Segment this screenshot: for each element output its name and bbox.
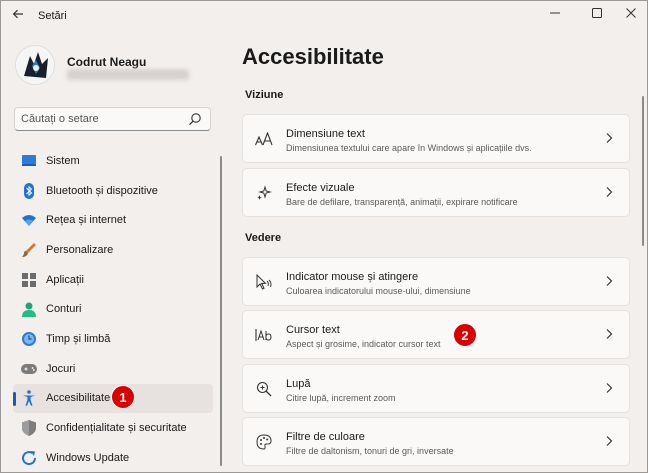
card-subtitle: Filtre de daltonism, tonuri de gri, inve… [286, 446, 454, 456]
sidebar-item-label: Confidențialitate și securitate [46, 422, 187, 435]
bluetooth-icon [21, 182, 37, 199]
card-subtitle: Dimensiunea textului care apare în Windo… [286, 143, 532, 153]
card-cursor-text[interactable]: Cursor text Aspect și grosime, indicator… [242, 310, 630, 359]
card-indicator-mouse[interactable]: Indicator mouse și atingere Culoarea ind… [242, 257, 630, 306]
sidebar-item-label: Rețea și internet [46, 214, 127, 227]
app-title: Setări [38, 10, 67, 22]
avatar [15, 45, 55, 85]
apps-icon [21, 272, 37, 288]
sidebar-item-label: Jocuri [46, 362, 76, 375]
sidebar-item-timp[interactable]: Timp și limbă [13, 324, 213, 354]
chevron-right-icon [605, 382, 615, 396]
chevron-right-icon [605, 186, 615, 200]
card-filtre-culoare[interactable]: Filtre de culoare Filtre de daltonism, t… [242, 417, 630, 466]
shield-icon [21, 420, 37, 437]
sidebar-item-label: Conturi [46, 303, 82, 316]
palette-icon [255, 433, 273, 451]
sidebar-item-sistem[interactable]: Sistem [13, 146, 213, 176]
search-icon[interactable] [188, 112, 202, 126]
card-subtitle: Aspect și grosime, indicator cursor text [286, 339, 441, 349]
magnifier-icon [255, 380, 273, 398]
card-title: Filtre de culoare [286, 431, 365, 443]
sidebar-item-label: Windows Update [46, 451, 130, 464]
sidebar-item-jocuri[interactable]: Jocuri [13, 354, 213, 384]
accessibility-icon [21, 390, 37, 407]
card-subtitle: Culoarea indicatorului mouse-ului, dimen… [286, 286, 471, 296]
card-title: Lupă [286, 378, 311, 390]
card-title: Cursor text [286, 324, 340, 336]
user-name: Codrut Neagu [67, 55, 147, 69]
card-title: Dimensiune text [286, 128, 365, 140]
brush-icon [21, 242, 37, 258]
sidebar-item-label: Bluetooth și dispozitive [46, 184, 158, 197]
sidebar-item-network[interactable]: Rețea și internet [13, 205, 213, 235]
chevron-right-icon [605, 435, 615, 449]
section-heading-viziune: Viziune [245, 89, 284, 101]
card-efecte-vizuale[interactable]: Efecte vizuale Bare de defilare, transpa… [242, 168, 630, 217]
card-dimensiune-text[interactable]: Dimensiune text Dimensiunea textului car… [242, 114, 630, 163]
sidebar-item-confidentialitate[interactable]: Confidențialitate și securitate [13, 413, 213, 443]
sidebar-item-label: Sistem [46, 154, 80, 167]
sidebar-item-label: Personalizare [46, 243, 114, 256]
minimize-button[interactable] [543, 5, 567, 23]
globe-clock-icon [21, 331, 37, 347]
sidebar-item-windows-update[interactable]: Windows Update [13, 443, 213, 473]
sidebar-item-aplicatii[interactable]: Aplicații [13, 265, 213, 295]
sidebar-scrollbar[interactable] [220, 156, 222, 466]
chevron-right-icon [605, 132, 615, 146]
page-title: Accesibilitate [242, 44, 384, 69]
text-size-icon [255, 130, 273, 148]
card-title: Efecte vizuale [286, 182, 355, 194]
sidebar-item-label: Aplicații [46, 273, 84, 286]
annotation-badge-1: 1 [111, 385, 135, 409]
text-cursor-icon [255, 326, 273, 344]
sidebar-item-personalizare[interactable]: Personalizare [13, 235, 213, 265]
wifi-icon [21, 212, 37, 228]
annotation-badge-2: 2 [453, 323, 477, 347]
card-subtitle: Citire lupă, increment zoom [286, 393, 396, 403]
section-heading-vedere: Vedere [245, 232, 282, 244]
main-scrollbar[interactable] [642, 96, 644, 246]
gamepad-icon [21, 361, 37, 377]
chevron-right-icon [605, 275, 615, 289]
search-input[interactable] [21, 111, 181, 127]
maximize-button[interactable] [585, 5, 609, 23]
sidebar-item-bluetooth[interactable]: Bluetooth și dispozitive [13, 176, 213, 206]
title-bar: Setări [1, 1, 647, 31]
person-icon [21, 301, 37, 317]
settings-search[interactable] [14, 107, 211, 131]
card-title: Indicator mouse și atingere [286, 271, 419, 283]
sidebar-item-conturi[interactable]: Conturi [13, 294, 213, 324]
user-email-blurred [67, 69, 189, 80]
mouse-pointer-icon [255, 273, 273, 291]
update-icon [21, 450, 37, 466]
settings-window: Setări Codrut Neagu Căutați o setare Sis… [0, 0, 648, 473]
monitor-icon [21, 153, 37, 169]
chevron-right-icon [605, 328, 615, 342]
back-arrow-icon[interactable] [9, 7, 27, 25]
card-lupa[interactable]: Lupă Citire lupă, increment zoom [242, 364, 630, 413]
card-subtitle: Bare de defilare, transparență, animații… [286, 197, 518, 207]
sparkle-icon [255, 184, 273, 202]
selected-indicator [13, 391, 16, 406]
sidebar-nav: Sistem Bluetooth și dispozitive Rețea și… [13, 146, 213, 473]
sidebar-item-label: Timp și limbă [46, 332, 111, 345]
close-button[interactable] [619, 5, 643, 23]
sidebar-item-label: Accesibilitate [46, 392, 111, 405]
